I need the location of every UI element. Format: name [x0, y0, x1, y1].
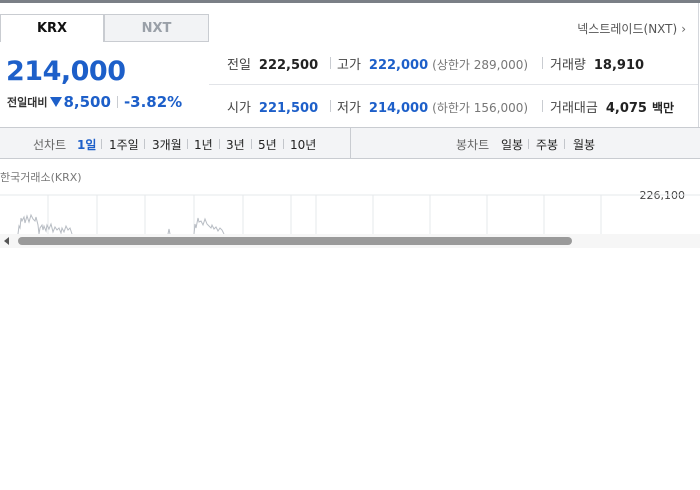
stat-prev-close: 전일 222,500 [227, 54, 318, 73]
down-triangle-icon [50, 97, 63, 107]
stat-label: 시가 [227, 101, 251, 116]
current-price: 214,000 [6, 56, 126, 87]
stat-unit: 백만 [651, 101, 675, 115]
stat-sub: (하한가 156,000) [432, 101, 529, 115]
scroll-left-arrow-icon[interactable] [4, 237, 9, 245]
stat-value: 214,000 [368, 101, 429, 116]
period-bar: 선차트 1일 1주일 3개월 1년 3년 5년 10년 봉차트 일봉 주봉 월봉 [0, 127, 700, 159]
period-bar-divider [350, 128, 351, 158]
stat-amount: 거래대금 4,075 백만 [550, 97, 674, 116]
period-10y[interactable]: 10년 [290, 136, 316, 153]
tab-nxt[interactable]: NXT [104, 14, 209, 42]
tab-krx[interactable]: KRX [0, 14, 104, 42]
period-divider [144, 139, 145, 149]
period-divider [101, 139, 102, 149]
stat-low: 저가 214,000 (하한가 156,000) [337, 97, 528, 116]
stat-value: 221,500 [258, 101, 319, 116]
column-divider [330, 100, 331, 112]
grid-lines-vertical [47, 195, 602, 234]
period-1w[interactable]: 1주일 [109, 136, 139, 153]
period-1d[interactable]: 1일 [77, 136, 96, 153]
stat-label: 전일 [227, 58, 251, 73]
candle-monthly[interactable]: 월봉 [573, 136, 595, 153]
period-5y[interactable]: 5년 [258, 136, 277, 153]
stat-value: 18,910 [593, 58, 645, 73]
period-divider [528, 139, 529, 149]
candle-daily[interactable]: 일봉 [501, 136, 523, 153]
stat-value: 222,500 [258, 58, 319, 73]
period-divider [283, 139, 284, 149]
period-3m[interactable]: 3개월 [152, 136, 182, 153]
scroll-thumb[interactable] [18, 237, 572, 245]
panel-right-border [698, 3, 699, 128]
column-divider [542, 100, 543, 112]
change-value: 8,500 [63, 93, 111, 111]
stat-label: 저가 [337, 101, 361, 116]
nxt-link[interactable]: 넥스트레이드(NXT) › [577, 20, 686, 37]
period-1y[interactable]: 1년 [194, 136, 213, 153]
stat-value: 222,000 [368, 58, 429, 73]
top-border [0, 0, 700, 3]
period-divider [251, 139, 252, 149]
column-divider [542, 57, 543, 69]
period-divider [564, 139, 565, 149]
price-line-3 [193, 217, 225, 234]
change-rate: -3.82% [123, 93, 183, 111]
nxt-link-label: 넥스트레이드(NXT) [577, 22, 678, 36]
change-divider [116, 96, 118, 108]
price-line [17, 213, 73, 234]
stat-label: 거래대금 [550, 101, 598, 116]
candle-chart-label: 봉차트 [456, 138, 490, 152]
chevron-right-icon: › [681, 21, 686, 36]
candle-weekly[interactable]: 주봉 [536, 136, 558, 153]
tab-underline [209, 41, 698, 42]
chart-title: 한국거래소(KRX) [0, 171, 82, 184]
stat-sub: (상한가 289,000) [432, 58, 529, 72]
price-chart [0, 194, 700, 234]
stat-value: 4,075 [605, 101, 647, 116]
column-divider [330, 57, 331, 69]
line-chart-label: 선차트 [33, 138, 67, 152]
price-change: 전일대비 8,500 -3.82% [7, 93, 182, 111]
stat-label: 고가 [337, 58, 361, 73]
stat-high: 고가 222,000 (상한가 289,000) [337, 54, 528, 73]
period-divider [187, 139, 188, 149]
period-divider [219, 139, 220, 149]
stat-open: 시가 221,500 [227, 97, 318, 116]
stat-label: 거래량 [550, 58, 586, 73]
change-label: 전일대비 [7, 96, 48, 109]
stat-volume: 거래량 18,910 [550, 54, 644, 73]
period-3y[interactable]: 3년 [226, 136, 245, 153]
stats-divider [209, 84, 698, 85]
